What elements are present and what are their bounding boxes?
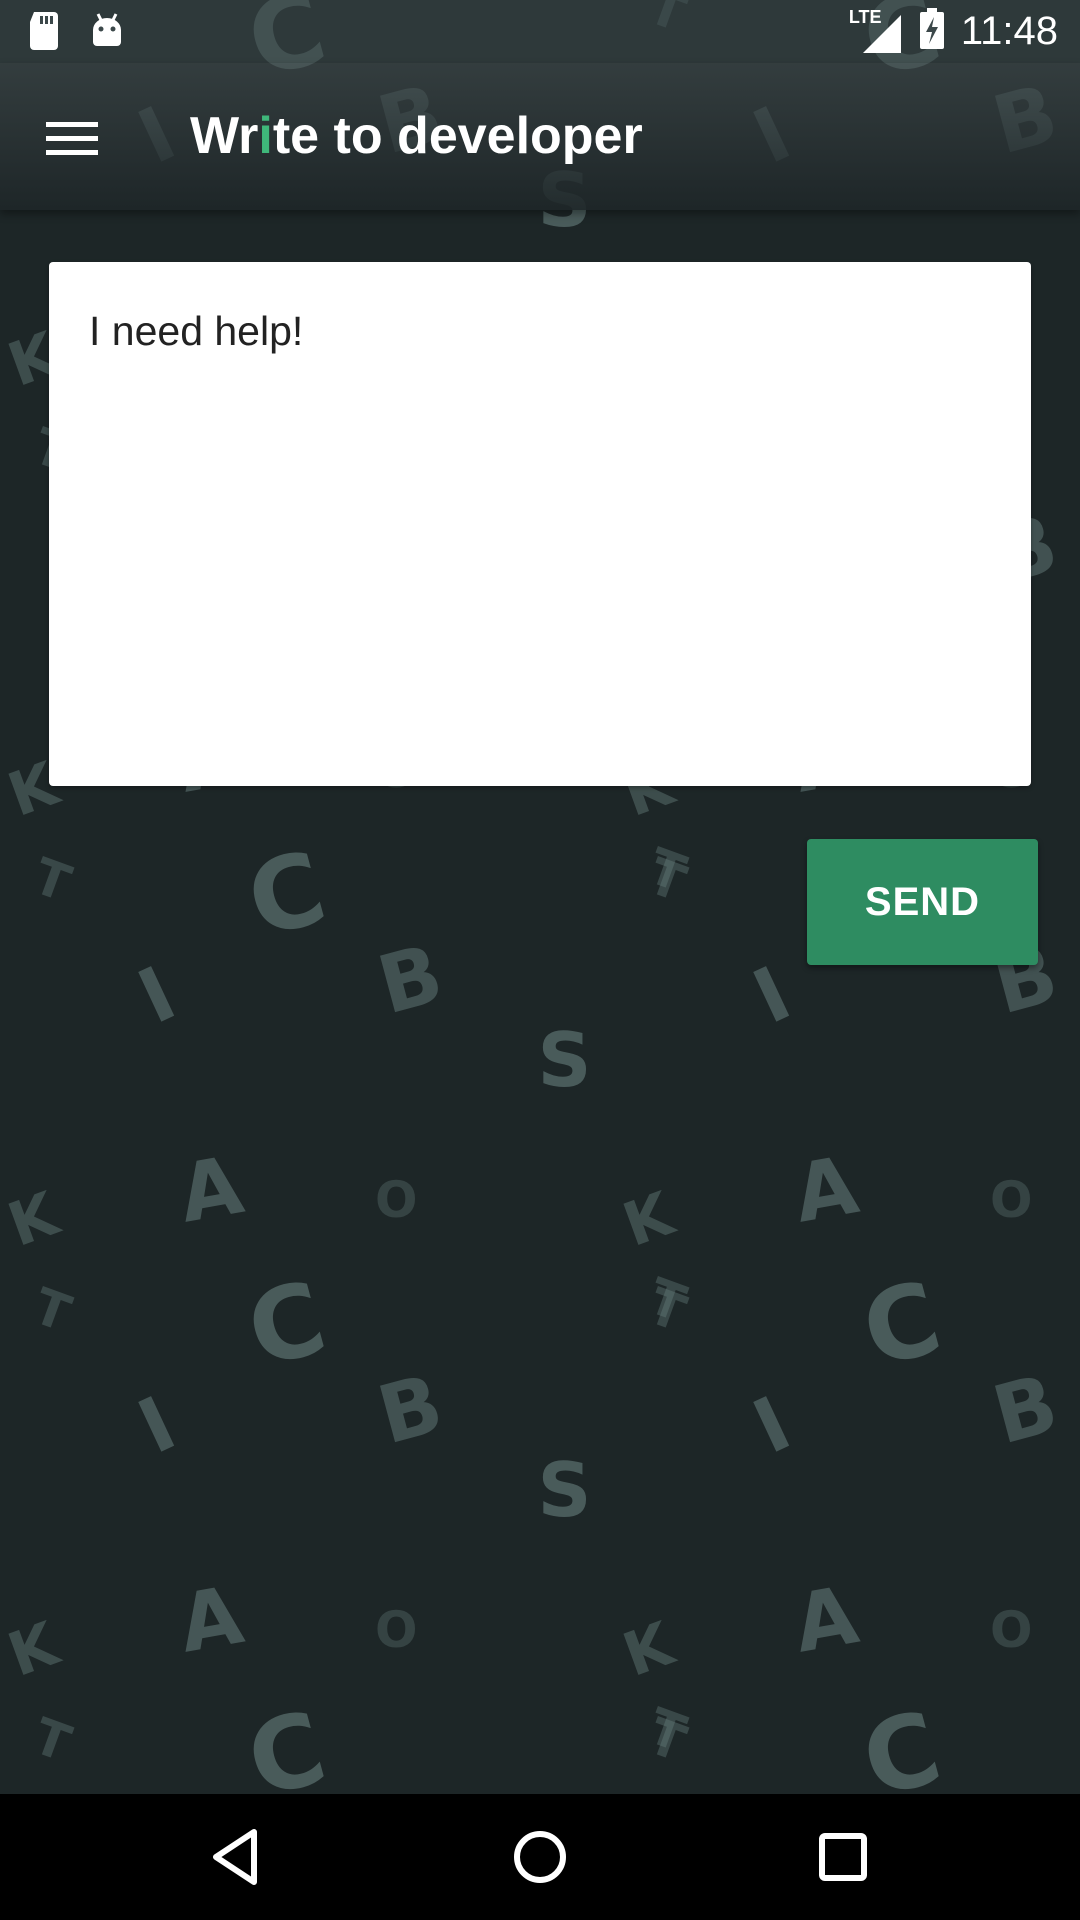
background-letter: I bbox=[740, 1378, 803, 1471]
background-letter: A bbox=[787, 1568, 865, 1671]
send-button[interactable]: SEND bbox=[807, 839, 1038, 965]
background-letter: O bbox=[375, 1601, 418, 1659]
background-letter: T bbox=[26, 1276, 78, 1344]
background-letter: T bbox=[26, 846, 78, 914]
sd-card-icon bbox=[28, 12, 60, 55]
screen: CTBISAOKTCBIAOKTCTBISAOKTCBIAOKTCTBISAOK… bbox=[0, 0, 1080, 1920]
background-letter: C bbox=[850, 1258, 953, 1391]
background-letter: C bbox=[235, 828, 338, 961]
background-letter: A bbox=[172, 1568, 250, 1671]
background-letter: B bbox=[368, 926, 452, 1033]
toolbar: Write to developer bbox=[0, 63, 1080, 210]
background-letter: T bbox=[641, 1266, 693, 1334]
android-icon bbox=[90, 12, 124, 55]
background-letter: I bbox=[125, 1378, 188, 1471]
background-letter: K bbox=[614, 1179, 683, 1261]
message-input[interactable]: I need help! bbox=[49, 262, 1031, 786]
background-letter: O bbox=[990, 1601, 1033, 1659]
navigation-bar bbox=[0, 1794, 1080, 1920]
signal-icon: LTE bbox=[847, 7, 903, 55]
background-letter: O bbox=[990, 1171, 1033, 1229]
background-letter: C bbox=[235, 1258, 338, 1391]
title-part: te to developer bbox=[272, 107, 643, 165]
background-letter: K bbox=[0, 1609, 68, 1691]
background-letter: S bbox=[537, 1445, 592, 1534]
title-accent-letter: i bbox=[258, 107, 273, 165]
background-letter: B bbox=[983, 1356, 1067, 1463]
background-letter: T bbox=[641, 836, 693, 904]
background-letter: C bbox=[850, 1688, 953, 1794]
background-letter: K bbox=[614, 1609, 683, 1691]
message-input-text: I need help! bbox=[89, 308, 304, 354]
title-part: Wr bbox=[190, 107, 259, 165]
background-letter: A bbox=[172, 1138, 250, 1241]
recents-icon[interactable] bbox=[808, 1822, 878, 1892]
back-icon[interactable] bbox=[202, 1822, 272, 1892]
battery-charging-icon bbox=[919, 8, 945, 55]
background-letter: K bbox=[0, 1179, 68, 1261]
clock: 11:48 bbox=[960, 9, 1058, 53]
background-letter: T bbox=[26, 1706, 78, 1774]
background-letter: I bbox=[740, 948, 803, 1041]
status-bar: LTE 11:48 bbox=[0, 0, 1080, 63]
background-letter: O bbox=[375, 1171, 418, 1229]
background-letter: C bbox=[235, 1688, 338, 1794]
hamburger-menu-icon[interactable] bbox=[36, 103, 108, 175]
background-letter: T bbox=[641, 1696, 693, 1764]
background-letter: S bbox=[537, 1015, 592, 1104]
home-icon[interactable] bbox=[505, 1822, 575, 1892]
background-letter: A bbox=[787, 1138, 865, 1241]
page-title: Write to developer bbox=[190, 103, 643, 171]
background-letter: I bbox=[125, 948, 188, 1041]
background-letter: B bbox=[368, 1356, 452, 1463]
